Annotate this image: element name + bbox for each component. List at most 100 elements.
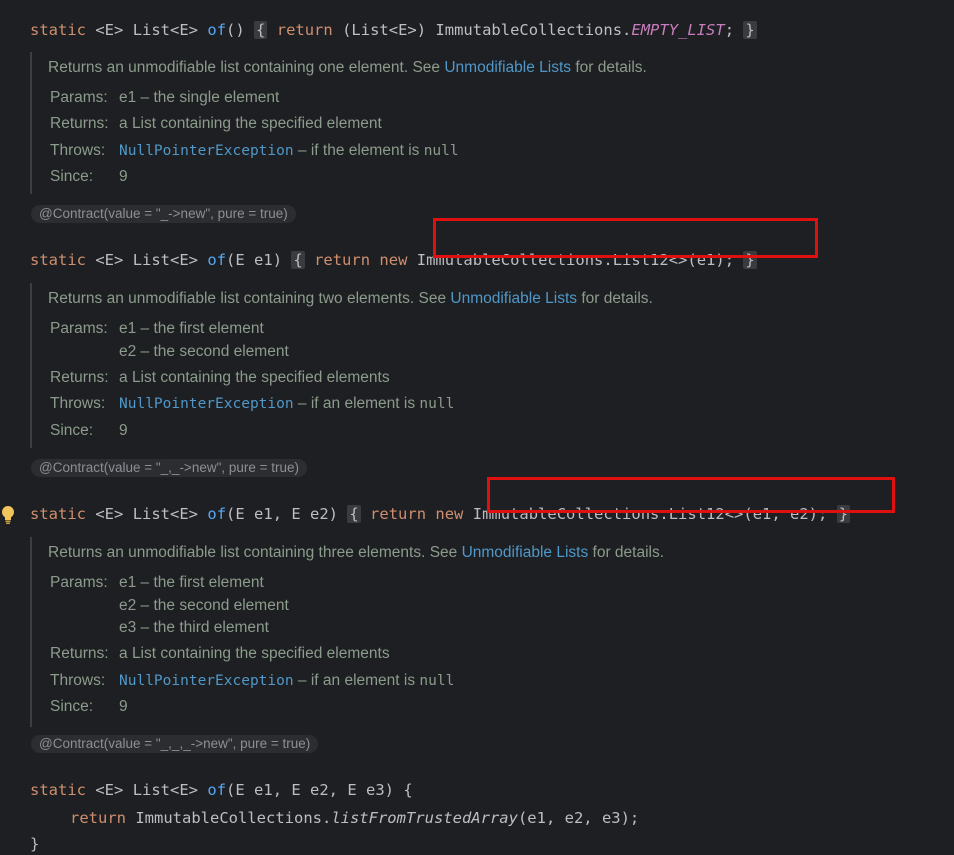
doc-description: Returns an unmodifiable list containing … — [48, 544, 664, 562]
highlight-box — [433, 218, 818, 258]
keyword-return: return — [370, 505, 427, 523]
type-param: <E> — [95, 251, 124, 269]
return-type: List<E> — [132, 21, 199, 39]
doc-link[interactable]: Unmodifiable Lists — [450, 290, 577, 307]
keyword-static: static — [30, 505, 86, 523]
throws-text: – if an element is — [293, 395, 420, 412]
throws-text: – if the element is — [293, 142, 424, 159]
throws-desc: NullPointerException – if the element is… — [119, 142, 459, 160]
type-param: <E> — [95, 21, 124, 39]
throws-desc: NullPointerException – if an element is … — [119, 672, 454, 690]
param-desc: e1 – the single element — [119, 89, 280, 106]
returns-desc: a List containing the specified elements — [119, 369, 390, 387]
params-label: Params: — [50, 320, 108, 337]
return-type: List<E> — [132, 251, 199, 269]
code-line-return[interactable]: return ImmutableCollections.listFromTrus… — [70, 785, 639, 827]
return-type: List<E> — [132, 505, 199, 523]
fold-brace-open[interactable]: { — [291, 251, 305, 269]
param-desc: e2 – the second element — [119, 597, 289, 614]
since-value: 9 — [119, 698, 128, 715]
param-desc: e3 – the third element — [119, 619, 269, 636]
returns-prefix: a — [119, 115, 132, 132]
contract-annotation[interactable]: @Contract(value = "_,_,_->new", pure = t… — [31, 735, 319, 753]
since-label: Since: — [50, 698, 94, 715]
throws-text: – if an element is — [293, 672, 420, 689]
fold-brace-open[interactable]: { — [254, 21, 268, 39]
returns-code: List — [131, 115, 157, 132]
class-ref[interactable]: ImmutableCollections. — [135, 809, 331, 827]
returns-code: List — [131, 645, 157, 662]
returns-suffix: containing the specified elements — [156, 645, 390, 662]
returns-suffix: containing the specified elements — [156, 369, 390, 386]
fold-brace-open[interactable]: { — [347, 505, 361, 523]
brace-close: } — [30, 835, 40, 853]
javadoc-block-three: Returns an unmodifiable list containing … — [30, 537, 932, 727]
returns-desc: a List containing the specified element — [119, 115, 382, 133]
constant-ref[interactable]: EMPTY_LIST — [631, 21, 724, 39]
keyword-static: static — [30, 251, 86, 269]
type-param: <E> — [95, 505, 124, 523]
param-desc: e1 – the first element — [119, 574, 264, 591]
cast: (List<E>) — [342, 21, 427, 39]
exception-link[interactable]: NullPointerException — [119, 396, 294, 412]
param-desc: e2 – the second element — [119, 343, 289, 360]
call-args: (e1, e2, e3); — [517, 809, 640, 827]
method-name[interactable]: of — [207, 505, 226, 523]
keyword-return: return — [70, 809, 126, 827]
keyword-new: new — [379, 251, 408, 269]
throws-code: null — [423, 143, 459, 159]
exception-link[interactable]: NullPointerException — [119, 673, 294, 689]
desc-text: Returns an unmodifiable list containing … — [48, 544, 462, 561]
code-line-of-empty[interactable]: static <E> List<E> of() { return (List<E… — [30, 0, 757, 39]
param-list: (E e1) — [226, 251, 283, 269]
keyword-new: new — [435, 505, 464, 523]
throws-label: Throws: — [50, 395, 106, 412]
javadoc-block-two: Returns an unmodifiable list containing … — [30, 283, 932, 448]
since-value: 9 — [119, 422, 128, 439]
since-label: Since: — [50, 168, 94, 185]
params-label: Params: — [50, 574, 108, 591]
semicolon: ; — [724, 21, 735, 39]
doc-description: Returns an unmodifiable list containing … — [48, 59, 647, 77]
keyword-return: return — [314, 251, 371, 269]
contract-annotation[interactable]: @Contract(value = "_,_->new", pure = tru… — [31, 459, 308, 477]
throws-label: Throws: — [50, 672, 106, 689]
javadoc-block-one: Returns an unmodifiable list containing … — [30, 52, 932, 194]
method-name[interactable]: of — [207, 251, 226, 269]
exception-link[interactable]: NullPointerException — [119, 143, 294, 159]
returns-desc: a List containing the specified elements — [119, 645, 390, 663]
throws-code: null — [419, 396, 455, 412]
returns-label: Returns: — [50, 115, 109, 132]
lightbulb-icon[interactable] — [1, 505, 15, 525]
keyword-return: return — [276, 21, 333, 39]
code-line-of-three[interactable]: static <E> List<E> of(E e1, E e2, E e3) … — [30, 757, 413, 799]
desc-suffix: for details. — [577, 290, 653, 307]
returns-label: Returns: — [50, 645, 109, 662]
doc-link[interactable]: Unmodifiable Lists — [444, 59, 571, 76]
static-method-call[interactable]: listFromTrustedArray — [331, 809, 518, 827]
doc-description: Returns an unmodifiable list containing … — [48, 290, 653, 308]
throws-label: Throws: — [50, 142, 106, 159]
fold-brace-close[interactable]: } — [743, 21, 757, 39]
params-label: Params: — [50, 89, 108, 106]
class-ref[interactable]: ImmutableCollections. — [435, 21, 631, 39]
doc-link[interactable]: Unmodifiable Lists — [462, 544, 589, 561]
desc-suffix: for details. — [571, 59, 647, 76]
param-desc: e1 – the first element — [119, 320, 264, 337]
code-line-close[interactable]: } — [30, 811, 39, 853]
returns-suffix: containing the specified element — [156, 115, 382, 132]
desc-suffix: for details. — [588, 544, 665, 561]
since-label: Since: — [50, 422, 94, 439]
returns-prefix: a — [119, 645, 132, 662]
param-list: () — [226, 21, 245, 39]
returns-code: List — [131, 369, 157, 386]
throws-desc: NullPointerException – if an element is … — [119, 395, 454, 413]
desc-text: Returns an unmodifiable list containing … — [48, 59, 445, 76]
throws-code: null — [419, 673, 455, 689]
since-value: 9 — [119, 168, 128, 185]
contract-annotation[interactable]: @Contract(value = "_->new", pure = true) — [31, 205, 296, 223]
highlight-box — [487, 477, 895, 513]
method-name[interactable]: of — [207, 21, 226, 39]
returns-prefix: a — [119, 369, 132, 386]
desc-text: Returns an unmodifiable list containing … — [48, 290, 451, 307]
